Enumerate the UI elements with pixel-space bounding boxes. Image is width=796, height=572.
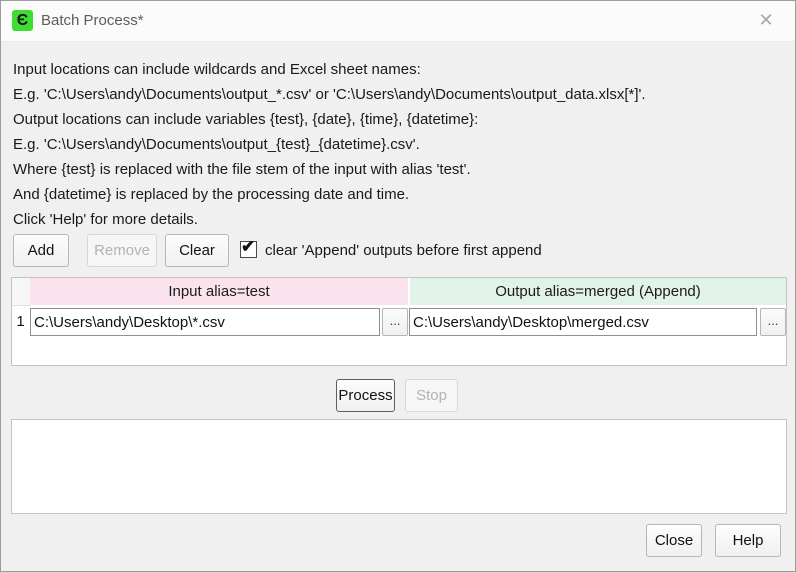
app-logo-icon: Є bbox=[12, 10, 33, 31]
stop-button[interactable]: Stop bbox=[405, 379, 458, 412]
process-button[interactable]: Process bbox=[336, 379, 395, 412]
close-button[interactable]: Close bbox=[646, 524, 702, 557]
input-browse-button[interactable]: ... bbox=[382, 308, 408, 336]
window-title: Batch Process* bbox=[41, 1, 144, 41]
title-bar: Є Batch Process* ✕ bbox=[1, 1, 795, 42]
output-browse-button[interactable]: ... bbox=[760, 308, 786, 336]
batch-table: Input alias=test Output alias=merged (Ap… bbox=[11, 277, 787, 366]
log-output-area[interactable] bbox=[11, 419, 787, 514]
checkmark-icon: ✔ bbox=[241, 237, 255, 257]
input-column-header[interactable]: Input alias=test bbox=[30, 278, 408, 305]
instruction-line: And {datetime} is replaced by the proces… bbox=[13, 182, 783, 207]
instructions-block: Input locations can include wildcards an… bbox=[13, 57, 783, 232]
table-corner-cell bbox=[12, 278, 31, 306]
output-column-header[interactable]: Output alias=merged (Append) bbox=[409, 278, 786, 305]
input-location-field[interactable] bbox=[30, 308, 380, 336]
clear-append-checkbox-label: clear 'Append' outputs before first appe… bbox=[265, 234, 542, 267]
window-close-icon[interactable]: ✕ bbox=[743, 1, 789, 41]
instruction-line: Output locations can include variables {… bbox=[13, 107, 783, 132]
instruction-line: E.g. 'C:\Users\andy\Documents\output_*.c… bbox=[13, 82, 783, 107]
instruction-line: Where {test} is replaced with the file s… bbox=[13, 157, 783, 182]
clear-button[interactable]: Clear bbox=[165, 234, 229, 267]
add-button[interactable]: Add bbox=[13, 234, 69, 267]
help-button[interactable]: Help bbox=[715, 524, 781, 557]
batch-process-dialog: Є Batch Process* ✕ Input locations can i… bbox=[0, 0, 796, 572]
instruction-line: Input locations can include wildcards an… bbox=[13, 57, 783, 82]
remove-button[interactable]: Remove bbox=[87, 234, 157, 267]
output-location-field[interactable] bbox=[409, 308, 757, 336]
instruction-line: Click 'Help' for more details. bbox=[13, 207, 783, 232]
instruction-line: E.g. 'C:\Users\andy\Documents\output_{te… bbox=[13, 132, 783, 157]
row-number: 1 bbox=[12, 308, 29, 336]
clear-append-checkbox[interactable]: ✔ bbox=[240, 241, 257, 258]
